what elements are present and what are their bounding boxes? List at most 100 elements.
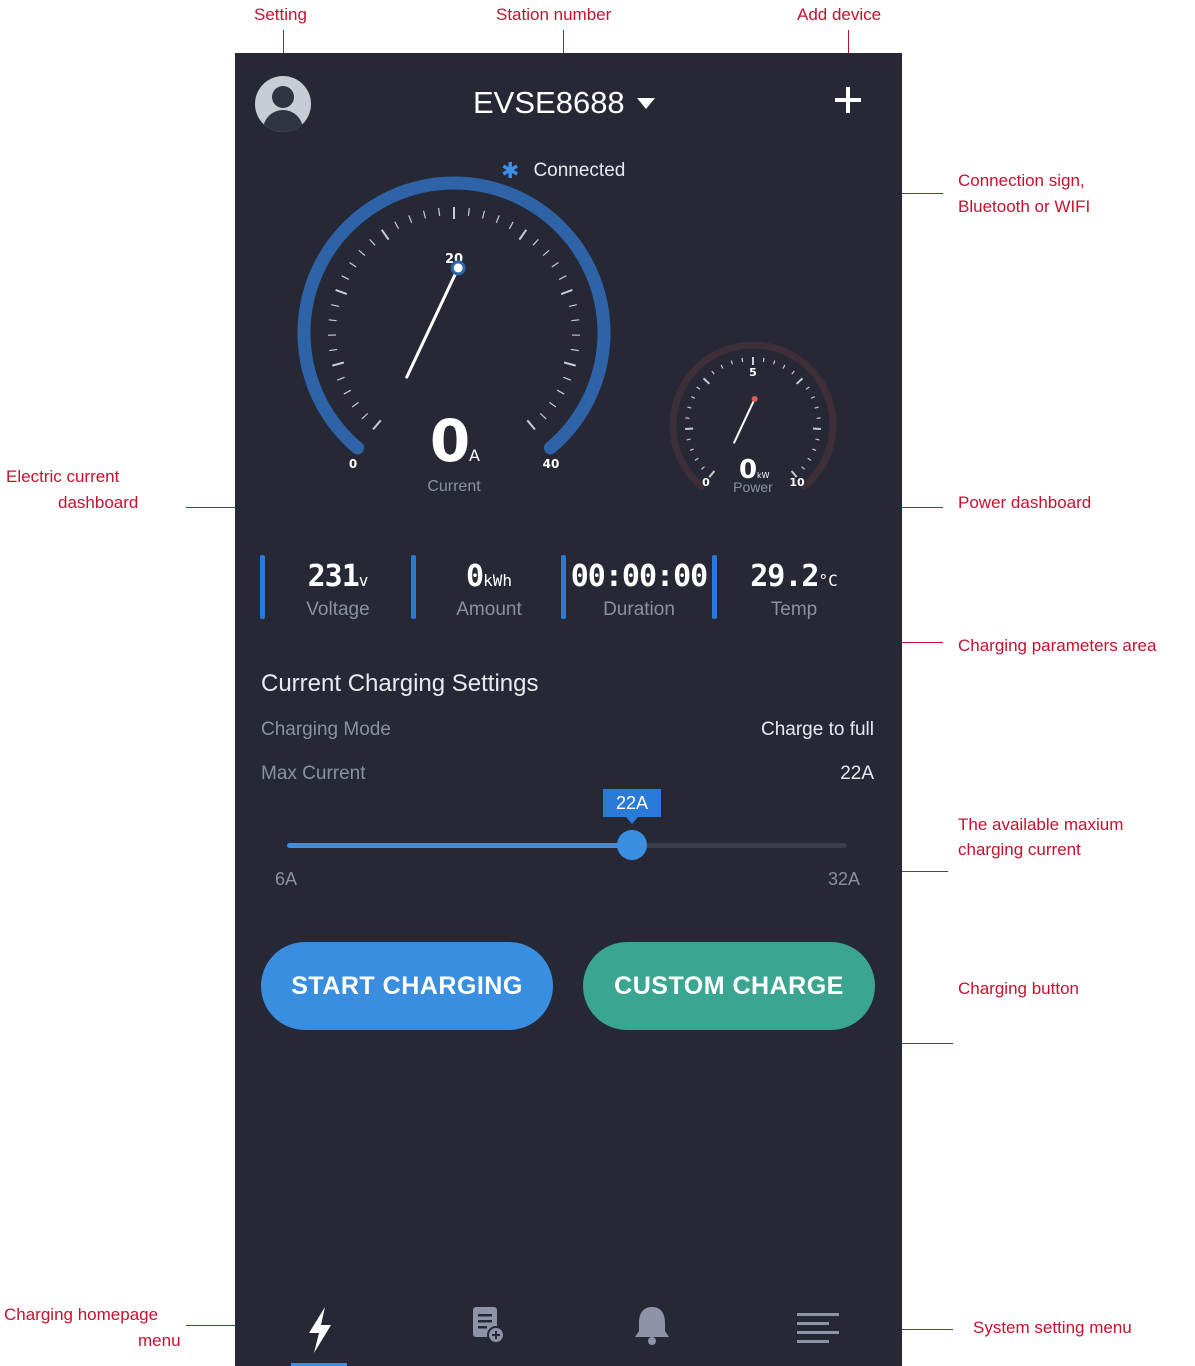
power-gauge-tick bbox=[814, 406, 819, 409]
callout-current-dashboard-line1: Electric current bbox=[6, 467, 120, 486]
charging-parameters: 231v Voltage 0kWh Amount 00:00:00 Durati… bbox=[260, 553, 860, 623]
slider-min-label: 6A bbox=[275, 869, 298, 889]
callout-setting: Setting bbox=[254, 5, 307, 24]
current-gauge-tick bbox=[532, 238, 539, 246]
current-gauge-tick bbox=[331, 304, 340, 308]
current-gauge-tick bbox=[551, 262, 559, 268]
callout-station-number: Station number bbox=[496, 5, 612, 24]
menu-lines-icon bbox=[797, 1313, 839, 1343]
power-gauge-tick bbox=[711, 370, 715, 375]
start-charging-button[interactable]: START CHARGING bbox=[261, 942, 553, 1030]
nav-notifications[interactable] bbox=[612, 1293, 692, 1366]
current-gauge-tick bbox=[329, 348, 338, 352]
current-gauge-tick bbox=[408, 215, 413, 224]
max-current-slider[interactable]: 22A bbox=[287, 789, 847, 869]
param-voltage-label: Voltage bbox=[306, 599, 370, 620]
power-gauge-tick bbox=[694, 457, 699, 461]
nav-records[interactable] bbox=[447, 1293, 527, 1366]
nav-system-settings[interactable] bbox=[777, 1293, 857, 1366]
callout-connection-line1: Connection sign, bbox=[958, 171, 1085, 190]
power-gauge-tick bbox=[708, 470, 716, 478]
current-gauge-tick bbox=[560, 288, 573, 295]
charging-mode-label: Charging Mode bbox=[261, 719, 391, 740]
slider-thumb[interactable] bbox=[617, 830, 647, 860]
callout-current-dashboard-line2: dashboard bbox=[58, 493, 139, 512]
max-current-value: 22A bbox=[840, 763, 874, 784]
param-value: 00:00:00 bbox=[564, 559, 714, 594]
power-gauge-tick bbox=[801, 466, 805, 470]
current-gauge-tick bbox=[556, 389, 565, 395]
power-gauge-label: Power bbox=[733, 479, 773, 495]
current-gauge-tick bbox=[358, 249, 366, 257]
power-gauge-min-label: 0 bbox=[702, 476, 710, 489]
callout-charging-button: Charging button bbox=[958, 979, 1079, 998]
power-gauge-mid-label: 5 bbox=[749, 366, 757, 379]
power-gauge-tick bbox=[720, 364, 724, 369]
power-gauge-tick bbox=[686, 438, 691, 441]
power-gauge-tick bbox=[782, 364, 786, 369]
power-gauge-tick bbox=[795, 377, 804, 385]
current-gauge-tick bbox=[568, 304, 577, 308]
current-gauge-tick bbox=[539, 413, 547, 420]
nav-charging-home[interactable] bbox=[280, 1293, 360, 1366]
current-gauge-unit: A bbox=[469, 446, 480, 465]
current-gauge-tick bbox=[563, 376, 572, 381]
param-divider bbox=[712, 555, 717, 619]
power-gauge-tick bbox=[812, 448, 817, 452]
power-gauge: 5 0 10 0 kW Power bbox=[669, 341, 837, 495]
document-add-icon bbox=[473, 1307, 505, 1344]
power-gauge-tick bbox=[730, 360, 734, 365]
param-amount-unit: kWh bbox=[483, 571, 512, 590]
slider-fill bbox=[287, 843, 632, 848]
current-gauge-tick bbox=[549, 401, 557, 408]
current-gauge-tick bbox=[332, 361, 345, 367]
param-value: 0kWh bbox=[414, 559, 564, 594]
param-amount-value: 0 bbox=[466, 559, 484, 594]
power-gauge-tick bbox=[702, 377, 711, 385]
current-gauge-tick bbox=[526, 419, 536, 431]
current-gauge-tick bbox=[351, 401, 359, 408]
current-gauge-tick bbox=[481, 210, 486, 219]
current-gauge-tick bbox=[380, 229, 390, 241]
power-gauge-tick bbox=[807, 457, 812, 461]
callout-system-menu: System setting menu bbox=[973, 1318, 1132, 1337]
current-gauge-tick bbox=[495, 215, 500, 224]
gauges-area: 20 0 40 0 A Current 5 0 10 0 kW Power bbox=[297, 176, 837, 495]
power-gauge-tick bbox=[687, 406, 692, 409]
current-gauge-tick bbox=[570, 348, 579, 352]
current-gauge-tick bbox=[467, 207, 470, 216]
param-value: 231v bbox=[263, 559, 413, 594]
current-gauge-tick bbox=[336, 376, 345, 381]
power-gauge-tick bbox=[815, 438, 820, 441]
power-gauge-tick bbox=[696, 386, 701, 390]
current-gauge-tick bbox=[558, 275, 567, 280]
power-gauge-needle bbox=[733, 397, 756, 444]
current-gauge-value: 0 bbox=[430, 407, 470, 475]
current-gauge-tick bbox=[563, 361, 576, 367]
current-gauge-tick bbox=[518, 229, 528, 241]
power-gauge-tick bbox=[689, 448, 694, 452]
current-gauge-tick bbox=[422, 210, 427, 219]
callout-add-device: Add device bbox=[797, 5, 882, 24]
current-gauge-tick bbox=[372, 419, 382, 431]
param-duration-label: Duration bbox=[603, 599, 675, 620]
power-gauge-tick bbox=[741, 357, 744, 362]
current-gauge-label: Current bbox=[427, 478, 481, 495]
app-screen: EVSE8688 ✱ Connected 20 0 40 0 A Current… bbox=[235, 53, 902, 1366]
max-current-label: Max Current bbox=[261, 763, 366, 784]
current-gauge-tick bbox=[394, 221, 400, 230]
current-gauge-needle bbox=[405, 266, 460, 379]
callout-power-dashboard: Power dashboard bbox=[958, 493, 1092, 512]
current-gauge-tick bbox=[571, 319, 580, 322]
custom-charge-button[interactable]: CUSTOM CHARGE bbox=[583, 942, 875, 1030]
param-voltage-value: 231 bbox=[307, 559, 360, 594]
slider-max-label: 32A bbox=[827, 869, 860, 889]
current-gauge-tick bbox=[508, 221, 514, 230]
power-gauge-tick bbox=[701, 466, 705, 470]
current-gauge-tick bbox=[369, 238, 376, 246]
current-gauge-tick bbox=[361, 413, 369, 420]
current-gauge-min-label: 0 bbox=[349, 457, 357, 471]
param-value: 29.2°C bbox=[719, 559, 869, 594]
bottom-nav bbox=[235, 1293, 902, 1366]
power-gauge-tick bbox=[690, 396, 696, 399]
